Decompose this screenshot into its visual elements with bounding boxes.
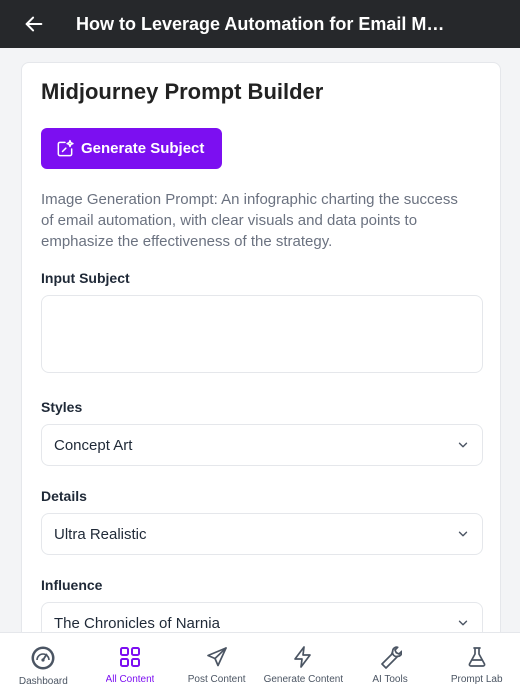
details-label: Details (41, 488, 87, 504)
details-select[interactable]: Ultra Realistic (41, 513, 483, 555)
generate-subject-button[interactable]: Generate Subject (41, 128, 222, 169)
nav-item-ai-tools[interactable]: AI Tools (347, 633, 434, 694)
card-title: Midjourney Prompt Builder (41, 79, 324, 104)
send-icon (206, 647, 227, 667)
chevron-down-icon (458, 531, 468, 537)
nav-label-all-content: All Content (105, 674, 155, 685)
prompt-builder-card: Midjourney Prompt Builder Generate Subje… (21, 62, 501, 632)
prompt-text: Image Generation Prompt: An infographic … (41, 191, 458, 250)
gauge-icon (31, 646, 55, 670)
nav-label-prompt-lab: Prompt Lab (450, 674, 503, 685)
nav-item-post-content[interactable]: Post Content (173, 633, 260, 694)
grid-icon (120, 647, 140, 667)
styles-label: Styles (41, 399, 83, 415)
nav-label-generate-content: Generate Content (263, 674, 344, 685)
influence-label: Influence (41, 577, 103, 593)
top-app-bar: How to Leverage Automation for Email Mar… (0, 0, 520, 48)
influence-select[interactable]: The Chronicles of Narnia (41, 602, 483, 632)
styles-value: Concept Art (54, 436, 133, 454)
input-subject-field[interactable] (41, 295, 483, 373)
wrench-icon (381, 646, 403, 669)
influence-value: The Chronicles of Narnia (54, 614, 220, 632)
page-title: How to Leverage Automation for Email Mar… (76, 13, 446, 34)
nav-label-ai-tools: AI Tools (372, 674, 408, 685)
sparkle-edit-icon (57, 139, 74, 156)
bottom-navigation: Dashboard All Content Post Content Gener… (0, 632, 520, 694)
nav-label-post-content: Post Content (187, 674, 246, 685)
chevron-down-icon (458, 620, 468, 626)
details-value: Ultra Realistic (54, 525, 147, 543)
nav-item-generate-content[interactable]: Generate Content (260, 633, 347, 694)
nav-label-dashboard: Dashboard (18, 676, 68, 687)
nav-item-all-content[interactable]: All Content (87, 633, 174, 694)
flask-icon (468, 647, 486, 667)
main-content[interactable]: Midjourney Prompt Builder Generate Subje… (0, 48, 520, 632)
nav-item-prompt-lab[interactable]: Prompt Lab (433, 633, 520, 694)
arrow-left-icon (25, 16, 43, 32)
lightning-icon (294, 646, 312, 668)
back-button[interactable] (18, 8, 50, 40)
input-subject-label: Input Subject (41, 270, 130, 286)
chevron-down-icon (458, 442, 468, 448)
nav-item-dashboard[interactable]: Dashboard (0, 633, 87, 694)
generate-subject-label: Generate Subject (81, 140, 205, 157)
styles-select[interactable]: Concept Art (41, 424, 483, 466)
